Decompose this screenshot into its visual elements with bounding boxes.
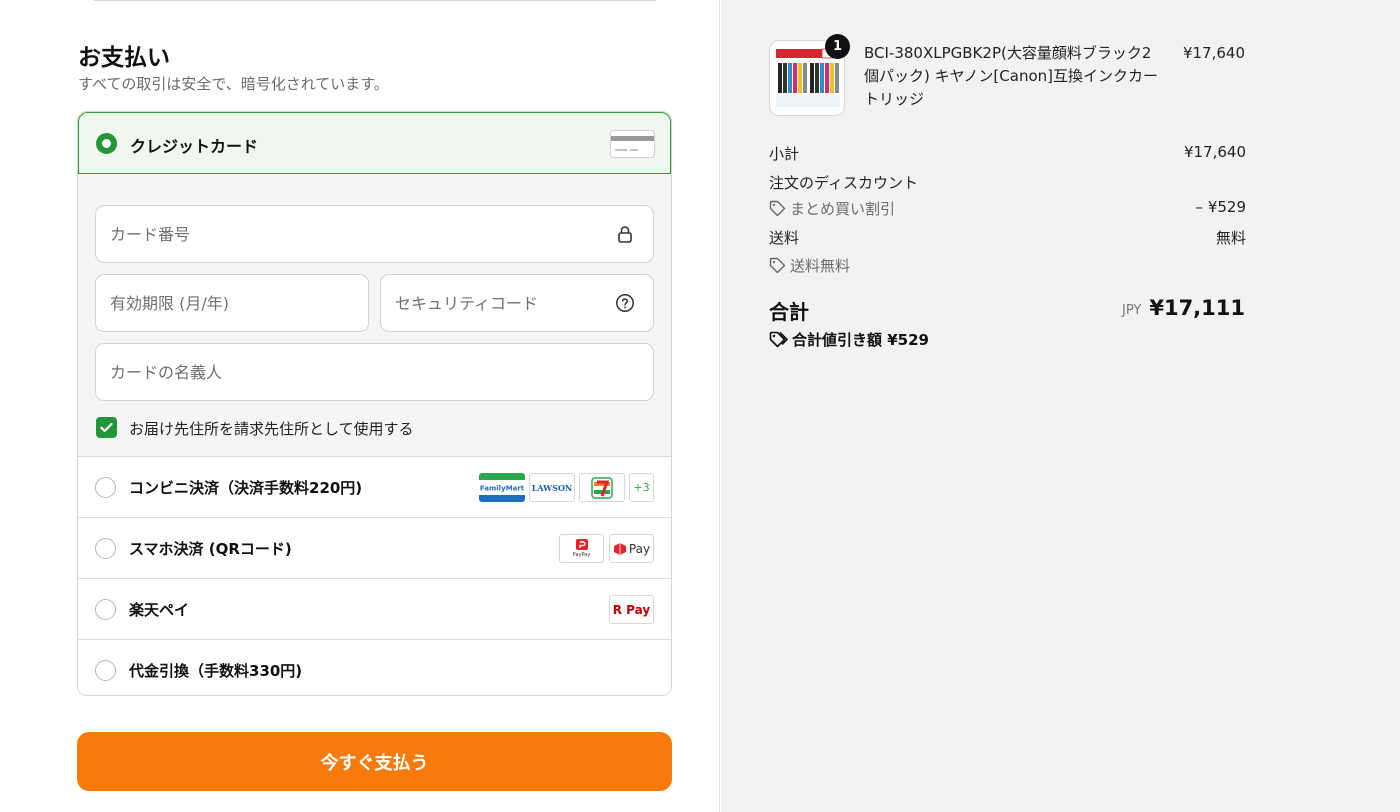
discount-detail-row: まとめ買い割引 – ¥529 xyxy=(769,198,1246,219)
pay-now-button[interactable]: 今すぐ支払う xyxy=(77,732,672,791)
total-value: ¥17,111 xyxy=(1149,296,1245,320)
qr-payment-radio[interactable] xyxy=(95,538,116,559)
expiry-field xyxy=(95,274,369,332)
payment-option-qr[interactable]: スマホ決済 (QRコード) PayPay Pay xyxy=(78,518,671,579)
svg-text:FamilyMart: FamilyMart xyxy=(480,485,525,493)
discount-value: – ¥529 xyxy=(1195,198,1246,216)
payment-option-convenience-store[interactable]: コンビニ決済（決済手数料220円) FamilyMart LAWSON +3 xyxy=(78,457,671,518)
shipping-label: 送料 xyxy=(769,229,800,247)
subtotal-label: 小計 xyxy=(769,145,800,163)
rakuten-pay-label: 楽天ペイ xyxy=(129,601,190,619)
familymart-logo: FamilyMart xyxy=(479,473,525,502)
discount-label: 注文のディスカウント xyxy=(769,174,918,192)
lock-icon xyxy=(618,226,632,243)
product-name: BCI-380XLPGBK2P(大容量顔料ブラック2個パック) キヤノン[Can… xyxy=(864,44,1158,108)
tags-icon xyxy=(769,331,788,348)
security-code-field xyxy=(380,274,654,332)
discount-row: 注文のディスカウント xyxy=(769,172,1246,193)
tag-icon xyxy=(769,200,786,217)
cod-label: 代金引換（手数料330円) xyxy=(129,662,303,680)
currency-code: JPY xyxy=(1122,303,1142,318)
credit-card-icon xyxy=(610,130,655,158)
rakuten-pay-radio[interactable] xyxy=(95,599,116,620)
card-number-input[interactable] xyxy=(96,206,653,262)
expiry-input[interactable] xyxy=(96,275,368,331)
quantity-badge: 1 xyxy=(825,34,850,59)
payment-option-cod[interactable]: 代金引換（手数料330円) xyxy=(78,640,671,695)
total-savings: 合計値引き額 ¥529 xyxy=(769,329,929,350)
checkmark-icon xyxy=(100,422,113,433)
credit-card-form: お届け先住所を請求先住所として使用する xyxy=(78,174,671,457)
seven-eleven-logo xyxy=(579,473,625,502)
total-label: 合計 xyxy=(769,300,809,324)
payment-title: お支払い xyxy=(78,45,170,71)
shipping-row: 送料 無料 xyxy=(769,227,1246,248)
convenience-store-radio[interactable] xyxy=(95,477,116,498)
payment-option-rakuten-pay[interactable]: 楽天ペイ R Pay xyxy=(78,579,671,640)
shipping-note: 送料無料 xyxy=(790,257,851,275)
cardholder-name-field xyxy=(95,343,654,401)
lawson-logo: LAWSON xyxy=(529,473,575,502)
payment-methods: クレジットカード カード番号 有効期限 (月/年) セキュリティコード カードの… xyxy=(77,111,672,696)
rakuten-pay-logo: R Pay xyxy=(609,595,654,624)
more-stores-badge: +3 xyxy=(629,473,654,502)
tag-icon xyxy=(769,257,786,274)
payment-subtitle: すべての取引は安全で、暗号化されています。 xyxy=(78,75,389,93)
product-price: ¥17,640 xyxy=(1182,44,1245,62)
help-icon[interactable] xyxy=(615,293,635,313)
cardholder-name-input[interactable] xyxy=(96,344,653,400)
shipping-detail-row: 送料無料 xyxy=(769,255,1246,276)
convenience-store-label: コンビニ決済（決済手数料220円) xyxy=(129,479,363,497)
d-pay-logo: Pay xyxy=(609,534,654,563)
qr-payment-label: スマホ決済 (QRコード) xyxy=(129,540,292,558)
credit-card-radio[interactable] xyxy=(96,133,117,154)
order-summary-panel: 1 BCI-380XLPGBK2P(大容量顔料ブラック2個パック) キヤノン[C… xyxy=(721,0,1400,812)
discount-name: まとめ買い割引 xyxy=(790,200,896,218)
total-savings-text: 合計値引き額 ¥529 xyxy=(792,331,929,349)
cod-radio[interactable] xyxy=(95,660,116,681)
subtotal-value: ¥17,640 xyxy=(1183,143,1246,161)
billing-same-checkbox[interactable] xyxy=(96,417,117,438)
subtotal-row: 小計 ¥17,640 xyxy=(769,143,1246,164)
paypay-logo: PayPay xyxy=(559,534,604,563)
payment-option-credit-card[interactable]: クレジットカード xyxy=(78,112,671,174)
divider xyxy=(94,0,656,1)
credit-card-label: クレジットカード xyxy=(130,137,259,156)
shipping-value: 無料 xyxy=(1215,229,1246,247)
card-number-field xyxy=(95,205,654,263)
billing-same-label: お届け先住所を請求先住所として使用する xyxy=(129,420,414,438)
payment-panel: お支払い すべての取引は安全で、暗号化されています。 クレジットカード カード番… xyxy=(0,0,720,812)
security-code-input[interactable] xyxy=(381,275,653,331)
